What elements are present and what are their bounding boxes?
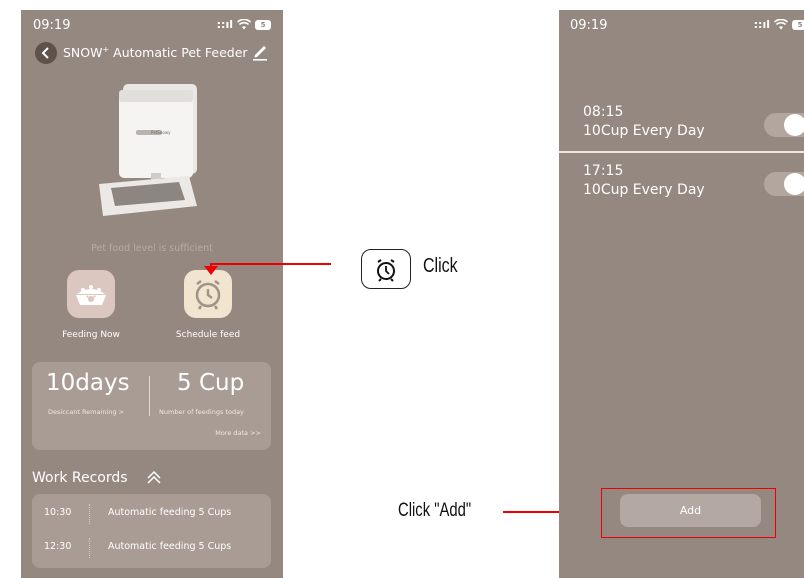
title-prefix: SNOW bbox=[63, 45, 103, 61]
desiccant-value: 10days bbox=[46, 370, 130, 396]
timeline-dots bbox=[89, 504, 91, 524]
feeder-home-screen: 09:19 ::ıl 5 SNOW+ Automatic Pet Feeder … bbox=[21, 10, 283, 578]
status-icons: ::ıl 5 bbox=[754, 18, 804, 31]
food-level-status: Pet food level is sufficient bbox=[91, 243, 213, 254]
feeder-device-image: PetSnowy bbox=[99, 84, 197, 216]
page-title: SNOW+ Automatic Pet Feeder bbox=[63, 45, 248, 60]
schedule-item[interactable]: 08:15 10Cup Every Day bbox=[559, 96, 804, 156]
feeding-now-button[interactable]: Feeding Now bbox=[41, 270, 141, 340]
wifi-icon bbox=[237, 19, 251, 30]
battery-icon: 5 bbox=[792, 19, 804, 30]
schedule-feed-button[interactable]: Schedule feed bbox=[158, 270, 258, 340]
list-item: 12:30 Automatic feeding 5 Cups bbox=[32, 538, 271, 558]
stats-card: 10days Desiccant Remaining > 5 Cup Numbe… bbox=[32, 362, 271, 450]
battery-icon: 5 bbox=[255, 19, 271, 30]
signal-icon: ::ıl bbox=[753, 18, 770, 31]
stats-divider bbox=[149, 376, 150, 416]
arrow-head-icon bbox=[204, 266, 218, 275]
feeding-now-tile[interactable] bbox=[67, 270, 115, 318]
alarm-clock-icon bbox=[195, 279, 221, 310]
schedule-toggle[interactable] bbox=[764, 113, 804, 137]
schedule-divider bbox=[559, 151, 804, 153]
click-instruction: Click bbox=[423, 255, 458, 277]
work-records-list: 10:30 Automatic feeding 5 Cups 12:30 Aut… bbox=[32, 494, 271, 568]
toggle-knob bbox=[784, 173, 804, 195]
status-time: 09:19 bbox=[570, 18, 608, 33]
nav-bar: SNOW+ Automatic Pet Feeder bbox=[21, 40, 283, 66]
signal-icon: ::ıl bbox=[216, 18, 233, 31]
timeline-dots bbox=[89, 538, 91, 558]
title-suffix: Automatic Pet Feeder bbox=[109, 45, 248, 61]
schedule-feed-tile[interactable] bbox=[184, 270, 232, 318]
status-icons: ::ıl 5 bbox=[217, 18, 271, 31]
record-time: 10:30 bbox=[44, 507, 72, 518]
edit-button[interactable] bbox=[251, 42, 271, 64]
alarm-clock-icon bbox=[377, 259, 395, 282]
record-time: 12:30 bbox=[44, 541, 72, 552]
schedule-feed-label: Schedule feed bbox=[175, 330, 241, 340]
device-brand-label: PetSnowy bbox=[151, 130, 171, 135]
status-time: 09:19 bbox=[33, 18, 71, 33]
feedings-today-label: Number of feedings today bbox=[159, 408, 244, 416]
feeding-now-label: Feeding Now bbox=[62, 330, 120, 340]
work-records-title: Work Records bbox=[32, 470, 128, 486]
pencil-icon bbox=[253, 46, 267, 61]
food-bowl-icon bbox=[76, 285, 106, 305]
add-button-highlight bbox=[601, 488, 776, 538]
back-button[interactable] bbox=[35, 42, 57, 64]
schedule-item[interactable]: 17:15 10Cup Every Day bbox=[559, 155, 804, 215]
schedule-time: 17:15 bbox=[583, 163, 624, 179]
toggle-knob bbox=[784, 114, 804, 136]
desiccant-label[interactable]: Desiccant Remaining > bbox=[48, 408, 124, 416]
schedule-description: 10Cup Every Day bbox=[583, 182, 705, 198]
more-data-link[interactable]: More data >> bbox=[215, 429, 261, 437]
click-add-instruction: Click "Add" bbox=[398, 500, 472, 521]
wifi-icon bbox=[774, 19, 788, 30]
collapse-chevron-icon[interactable] bbox=[145, 468, 163, 486]
status-bar: 09:19 ::ıl 5 bbox=[559, 10, 804, 34]
schedule-description: 10Cup Every Day bbox=[583, 123, 705, 139]
schedule-time: 08:15 bbox=[583, 104, 624, 120]
feedings-today-value: 5 Cup bbox=[177, 370, 245, 396]
chevron-left-icon bbox=[41, 47, 49, 59]
annotation-arrow-line bbox=[211, 263, 331, 265]
record-text: Automatic feeding 5 Cups bbox=[108, 541, 232, 552]
record-text: Automatic feeding 5 Cups bbox=[108, 507, 232, 518]
list-item: 10:30 Automatic feeding 5 Cups bbox=[32, 504, 271, 524]
status-bar: 09:19 ::ıl 5 bbox=[21, 10, 283, 34]
schedule-toggle[interactable] bbox=[764, 172, 804, 196]
click-icon-box bbox=[361, 249, 411, 289]
